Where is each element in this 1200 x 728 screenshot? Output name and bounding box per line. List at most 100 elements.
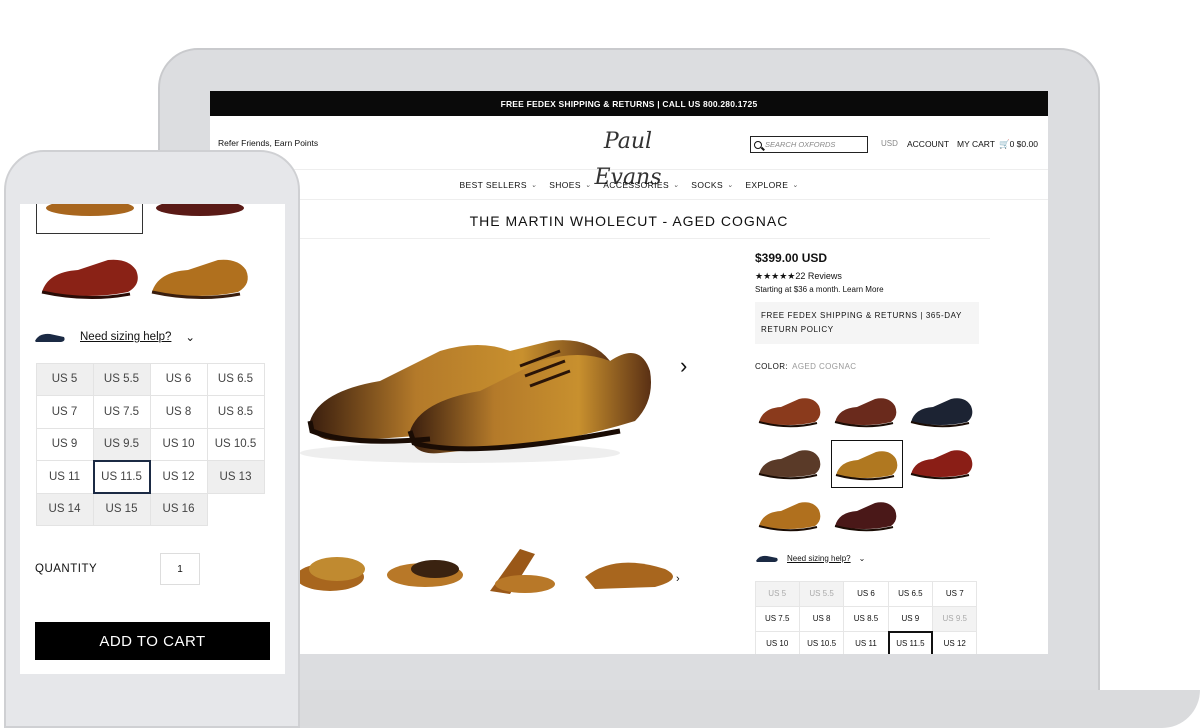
nav-label: SOCKS (691, 179, 724, 190)
mobile-thumbnail[interactable] (40, 204, 140, 224)
size-option[interactable]: US 11 (35, 460, 94, 494)
thumbnail[interactable] (585, 562, 673, 589)
size-option[interactable]: US 11.5 (887, 630, 934, 654)
star-icons: ★★★★★ (755, 271, 796, 281)
divider (300, 238, 990, 239)
chevron-down-icon: ⌄ (185, 332, 196, 344)
color-swatch[interactable] (831, 492, 903, 540)
nav-shoes[interactable]: SHOES ⌄ (549, 180, 591, 190)
size-option[interactable]: US 5 (754, 580, 800, 607)
size-option[interactable]: US 10.5 (798, 630, 845, 654)
size-option[interactable]: US 7.5 (92, 395, 151, 429)
chevron-down-icon: ⌄ (584, 181, 592, 189)
size-option[interactable]: US 12 (149, 460, 208, 494)
thumbnail[interactable] (387, 560, 463, 587)
nav-label: BEST SELLERS (459, 179, 527, 190)
cart-summary[interactable]: 🛒0 $0.00 (999, 139, 1038, 150)
size-option[interactable]: US 8.5 (843, 605, 889, 632)
size-option[interactable]: US 16 (149, 492, 208, 526)
quantity-input[interactable]: 1 (160, 553, 200, 585)
cart-icon: 🛒 (999, 139, 1010, 149)
thumbnail-next-arrow[interactable]: › (676, 573, 680, 585)
size-option[interactable]: US 9 (35, 427, 94, 461)
size-option[interactable]: US 6.5 (206, 362, 265, 396)
size-option[interactable]: US 6 (149, 362, 208, 396)
logo[interactable]: Paul Evans (580, 124, 676, 190)
sizing-help-link: Need sizing help? (80, 331, 172, 343)
color-swatch[interactable] (755, 492, 827, 540)
nav-label: ACCESSORIES (603, 179, 670, 190)
size-option[interactable]: US 8 (149, 395, 208, 429)
size-option[interactable]: US 11.5 (92, 460, 151, 494)
size-option[interactable]: US 7.5 (754, 605, 800, 632)
product-price: $399.00 USD (755, 251, 828, 265)
main-product-image[interactable] (290, 281, 660, 491)
mobile-thumbnail[interactable] (148, 250, 253, 306)
nav-best-sellers[interactable]: BEST SELLERS ⌄ (459, 180, 537, 190)
color-swatch[interactable] (755, 388, 827, 436)
size-option[interactable]: US 6 (843, 580, 889, 607)
nav-label: SHOES (549, 179, 581, 190)
product-title: THE MARTIN WHOLECUT - AGED COGNAC (469, 213, 789, 229)
size-option[interactable]: US 7 (35, 395, 94, 429)
refer-link[interactable]: Refer Friends, Earn Points (218, 138, 318, 148)
size-option[interactable]: US 15 (92, 492, 151, 526)
color-swatch[interactable] (755, 440, 827, 488)
size-option[interactable]: US 10 (754, 630, 800, 654)
thumbnail[interactable] (296, 557, 365, 591)
product-info: $399.00 USD ★★★★★22 Reviews Starting at … (755, 251, 995, 371)
product-thumbnails (296, 549, 673, 594)
chevron-down-icon: ⌄ (858, 553, 866, 563)
size-option[interactable]: US 12 (932, 630, 978, 654)
color-label: COLOR: AGED COGNAC (755, 362, 995, 371)
size-option[interactable]: US 5.5 (92, 362, 151, 396)
size-option[interactable]: US 8 (798, 605, 845, 632)
color-swatch[interactable] (907, 388, 979, 436)
next-image-arrow[interactable]: › (680, 353, 687, 379)
size-option[interactable]: US 14 (35, 492, 94, 526)
thumbnail[interactable] (490, 549, 555, 594)
size-option[interactable]: US 9 (887, 605, 934, 632)
size-option[interactable]: US 13 (206, 460, 265, 494)
rating[interactable]: ★★★★★22 Reviews (755, 271, 995, 282)
mobile-sizing-help[interactable]: Need sizing help? ⌄ (34, 330, 195, 344)
search-icon (754, 140, 762, 149)
nav-socks[interactable]: SOCKS ⌄ (691, 180, 733, 190)
size-option[interactable]: US 9.5 (92, 427, 151, 461)
review-count: 22 Reviews (795, 271, 842, 281)
color-swatch[interactable] (831, 388, 903, 436)
add-to-cart-button[interactable]: ADD TO CART (35, 622, 270, 660)
color-swatches (755, 388, 975, 538)
mobile-thumbnail[interactable] (38, 250, 143, 306)
cart-link[interactable]: MY CART (957, 139, 995, 149)
chevron-down-icon: ⌄ (530, 181, 538, 189)
cart-count: 0 $0.00 (1009, 139, 1038, 149)
size-option[interactable]: US 9.5 (932, 605, 978, 632)
account-link[interactable]: ACCOUNT (907, 139, 949, 149)
size-option[interactable]: US 10.5 (206, 427, 265, 461)
size-option[interactable]: US 5.5 (798, 580, 845, 607)
nav-explore[interactable]: EXPLORE ⌄ (745, 180, 798, 190)
color-swatch[interactable] (831, 440, 903, 488)
mobile-size-grid: US 5 US 5.5 US 6 US 6.5 US 7 US 7.5 US 8 US 8.5… (35, 362, 265, 526)
size-option[interactable]: US 7 (932, 580, 978, 607)
mobile-screen: Need sizing help? ⌄ US 5 US 5.5 US 6 US 6.5… (20, 204, 285, 674)
size-option[interactable]: US 5 (35, 362, 94, 396)
shoe-icon (35, 333, 65, 342)
financing-note[interactable]: Starting at $36 a month. Learn More (755, 285, 995, 294)
color-swatch[interactable] (907, 440, 979, 488)
size-option[interactable]: US 6.5 (887, 580, 934, 607)
size-option[interactable]: US 11 (843, 630, 889, 654)
sizing-help[interactable]: Need sizing help? ⌄ (755, 553, 865, 563)
chevron-down-icon: ⌄ (673, 181, 680, 189)
mobile-thumbnail[interactable] (150, 204, 250, 224)
size-option[interactable]: US 8.5 (206, 395, 265, 429)
size-option[interactable]: US 10 (149, 427, 208, 461)
shoe-icon (756, 555, 778, 562)
color-value: AGED COGNAC (792, 362, 857, 371)
search-input[interactable]: SEARCH OXFORDS (750, 136, 868, 153)
header: Refer Friends, Earn Points Paul Evans SE… (210, 116, 1048, 190)
nav-accessories[interactable]: ACCESSORIES ⌄ (603, 180, 679, 190)
currency-selector[interactable]: USD (881, 139, 898, 148)
promo-bar: FREE FEDEX SHIPPING & RETURNS | CALL US … (210, 91, 1048, 116)
